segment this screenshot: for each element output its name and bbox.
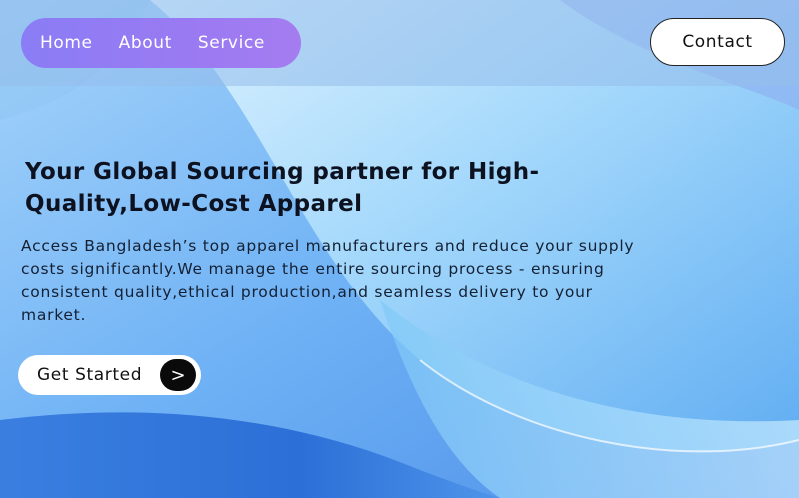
arrow-right-icon: >: [160, 359, 196, 391]
get-started-label: Get Started: [37, 365, 143, 385]
nav-service-link[interactable]: Service: [198, 33, 265, 53]
nav-home-link[interactable]: Home: [40, 33, 93, 53]
get-started-button[interactable]: Get Started >: [18, 355, 201, 395]
nav-about-link[interactable]: About: [119, 33, 172, 53]
main-nav: Home About Service: [21, 18, 301, 68]
hero-title: Your Global Sourcing partner for High-Qu…: [25, 159, 540, 217]
contact-button[interactable]: Contact: [650, 18, 785, 66]
hero-description: Access Bangladesh’s top apparel manufact…: [21, 237, 635, 324]
